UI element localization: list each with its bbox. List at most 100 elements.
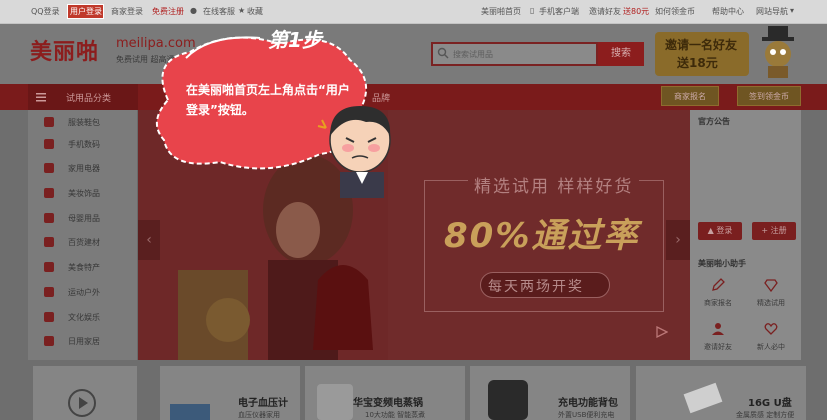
usb-drive-image bbox=[683, 382, 723, 414]
favorite-link[interactable]: 收藏 bbox=[247, 6, 263, 17]
star-icon: ★ bbox=[238, 6, 246, 15]
category-label: 家用电器 bbox=[68, 164, 100, 173]
banner-title: 精选试用 样样好货 bbox=[468, 172, 640, 197]
chevron-down-icon: ▾ bbox=[790, 6, 795, 15]
online-service-link[interactable]: 在线客服 bbox=[203, 6, 235, 17]
category-menu-label: 试用品分类 bbox=[66, 94, 112, 104]
banner-next-button[interactable]: › bbox=[666, 220, 690, 260]
category-item[interactable]: 百货建材 bbox=[28, 232, 138, 254]
category-item[interactable]: 服装鞋包 bbox=[28, 112, 138, 134]
category-item[interactable]: 日用家居 bbox=[28, 331, 138, 353]
top-bar: QQ登录 用户登录 商家登录 免费注册 ● 在线客服 ★ 收藏 美丽啪首页 ▯ … bbox=[0, 0, 827, 24]
step-label: 第1步 bbox=[268, 28, 322, 52]
panel-register-label: 注册 bbox=[770, 226, 787, 235]
merchant-signup-button[interactable]: 商家报名 bbox=[661, 86, 719, 106]
site-nav-link[interactable]: 网站导航 bbox=[756, 6, 788, 17]
banner-pass-rate: 80%通过率 bbox=[444, 216, 640, 256]
product-title: 电子血压计 bbox=[238, 398, 288, 409]
category-label: 美食特产 bbox=[68, 263, 100, 272]
heart-icon bbox=[764, 323, 778, 335]
play-icon bbox=[656, 326, 668, 338]
product-title: 华宝变频电蒸锅 bbox=[353, 398, 423, 409]
invite-reward[interactable]: 送80元 bbox=[623, 6, 649, 17]
product-subtitle: 血压仪器家用 bbox=[238, 411, 280, 419]
category-item[interactable]: 手机数码 bbox=[28, 134, 138, 156]
product-card[interactable]: 电子血压计 血压仪器家用 bbox=[160, 366, 300, 420]
helper-newbie[interactable]: 新人必中 bbox=[746, 320, 796, 360]
sports-icon bbox=[44, 287, 54, 297]
phone-icon: ▯ bbox=[530, 6, 535, 15]
search-placeholder: 搜索试用品 bbox=[453, 50, 493, 59]
backpack-image bbox=[488, 380, 528, 420]
right-panel: 官方公告 ▲ 登录 + 注册 美丽啪小助手 商家报名 精选试用 邀请好友 新人必… bbox=[690, 110, 801, 360]
header: 美丽啪 meilipa.com 免费试用 超高通 搜索试用品 搜索 邀请一名好友… bbox=[0, 24, 827, 84]
culture-icon bbox=[44, 312, 54, 322]
clothing-icon bbox=[44, 117, 54, 127]
product-card[interactable]: 16G U盘 金属质感 定制方便 bbox=[636, 366, 806, 420]
category-label: 美妆饰品 bbox=[68, 189, 100, 198]
phone-icon bbox=[44, 139, 54, 149]
helper-label: 商家报名 bbox=[704, 299, 732, 307]
plus-icon: + bbox=[761, 226, 771, 235]
category-label: 服装鞋包 bbox=[68, 118, 100, 127]
category-item[interactable]: 家用电器 bbox=[28, 158, 138, 180]
category-label: 运动户外 bbox=[68, 288, 100, 297]
category-label: 母婴用品 bbox=[68, 214, 100, 223]
help-center-link[interactable]: 帮助中心 bbox=[712, 6, 744, 17]
category-item[interactable]: 美妆饰品 bbox=[28, 183, 138, 205]
panel-login-button[interactable]: ▲ 登录 bbox=[698, 222, 742, 240]
product-subtitle: 10大功能 智能蒸煮 bbox=[365, 411, 426, 419]
steamer-image bbox=[317, 384, 353, 420]
category-label: 日用家居 bbox=[68, 337, 100, 346]
helper-selected-trials[interactable]: 精选试用 bbox=[746, 276, 796, 316]
play-circle-icon bbox=[68, 389, 96, 417]
helper-merchant-signup[interactable]: 商家报名 bbox=[693, 276, 743, 316]
earn-coins-button[interactable]: 签到领金币 bbox=[737, 86, 801, 106]
invite-link[interactable]: 邀请好友 bbox=[589, 6, 621, 17]
helper-title: 美丽啪小助手 bbox=[698, 259, 746, 268]
category-label: 百货建材 bbox=[68, 238, 100, 247]
category-item[interactable]: 运动户外 bbox=[28, 282, 138, 304]
invite-promo-banner[interactable]: 邀请一名好友 送18元 bbox=[655, 32, 749, 76]
blood-pressure-monitor-image bbox=[170, 404, 210, 420]
category-item[interactable]: 母婴用品 bbox=[28, 208, 138, 230]
banner-pill-text: 每天两场开奖 bbox=[488, 279, 584, 295]
category-sidebar: 服装鞋包 手机数码 家用电器 美妆饰品 母婴用品 百货建材 美食特产 运动户外 … bbox=[28, 110, 138, 360]
promo-line-1: 邀请一名好友 bbox=[665, 38, 738, 52]
cartoon-character-icon bbox=[317, 106, 391, 198]
helper-label: 邀请好友 bbox=[704, 343, 732, 351]
free-register-link[interactable]: 免费注册 bbox=[152, 6, 184, 17]
appliance-icon bbox=[44, 163, 54, 173]
user-login-button[interactable]: 用户登录 bbox=[70, 6, 102, 17]
category-menu-toggle[interactable]: 试用品分类 bbox=[28, 84, 138, 110]
product-card[interactable]: 华宝变频电蒸锅 10大功能 智能蒸煮 bbox=[305, 366, 465, 420]
logo-chinese[interactable]: 美丽啪 bbox=[30, 34, 99, 66]
product-subtitle: 金属质感 定制方便 bbox=[736, 411, 795, 419]
qq-login-link[interactable]: QQ登录 bbox=[31, 6, 60, 17]
product-card[interactable]: 充电功能背包 外置USB便利充电 bbox=[470, 366, 630, 420]
home-link[interactable]: 美丽啪首页 bbox=[481, 6, 521, 17]
product-title: 16G U盘 bbox=[748, 398, 792, 409]
coin-rules-link[interactable]: 如何领金币 bbox=[655, 6, 695, 17]
category-item[interactable]: 美食特产 bbox=[28, 257, 138, 279]
mobile-client-link[interactable]: 手机客户端 bbox=[539, 6, 579, 17]
diamond-icon bbox=[764, 279, 778, 292]
home-goods-icon bbox=[44, 237, 54, 247]
search-icon bbox=[437, 47, 449, 59]
banner-prev-button[interactable]: ‹ bbox=[138, 220, 160, 260]
promo-line-2: 送18元 bbox=[677, 56, 718, 70]
category-item[interactable]: 文化娱乐 bbox=[28, 307, 138, 329]
search-button[interactable]: 搜索 bbox=[598, 42, 644, 66]
product-card-video[interactable] bbox=[33, 366, 137, 420]
merchant-login-link[interactable]: 商家登录 bbox=[111, 6, 143, 17]
panel-register-button[interactable]: + 注册 bbox=[752, 222, 796, 240]
product-title: 充电功能背包 bbox=[558, 398, 618, 409]
search-input[interactable]: 搜索试用品 bbox=[431, 42, 598, 66]
user-icon bbox=[712, 323, 724, 335]
category-label: 文化娱乐 bbox=[68, 313, 100, 322]
mascot-icon bbox=[762, 26, 794, 78]
product-subtitle: 外置USB便利充电 bbox=[558, 411, 615, 419]
helper-invite-friends[interactable]: 邀请好友 bbox=[693, 320, 743, 360]
edit-icon bbox=[712, 278, 725, 291]
household-icon bbox=[44, 336, 54, 346]
